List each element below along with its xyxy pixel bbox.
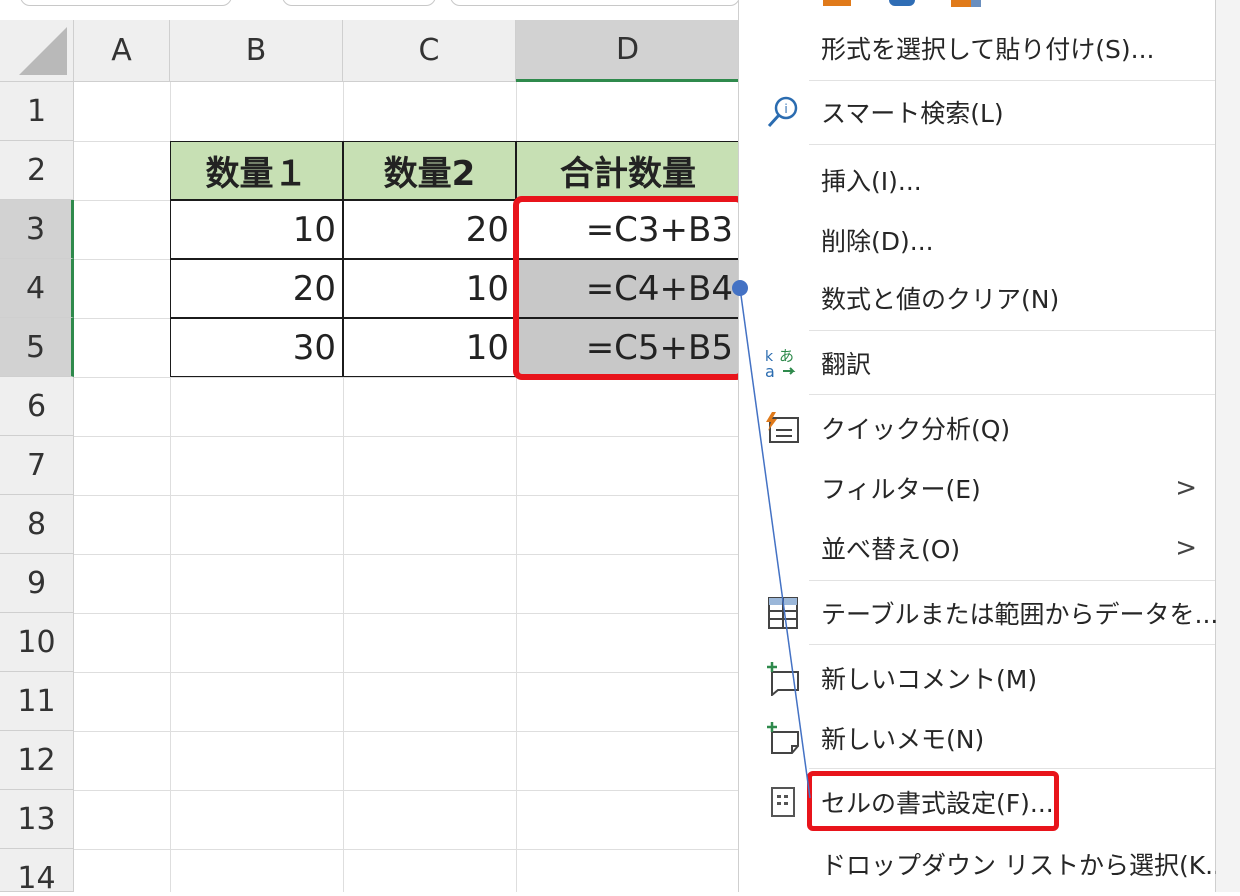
annotation-connector <box>732 280 811 799</box>
connector-dot <box>732 280 748 296</box>
